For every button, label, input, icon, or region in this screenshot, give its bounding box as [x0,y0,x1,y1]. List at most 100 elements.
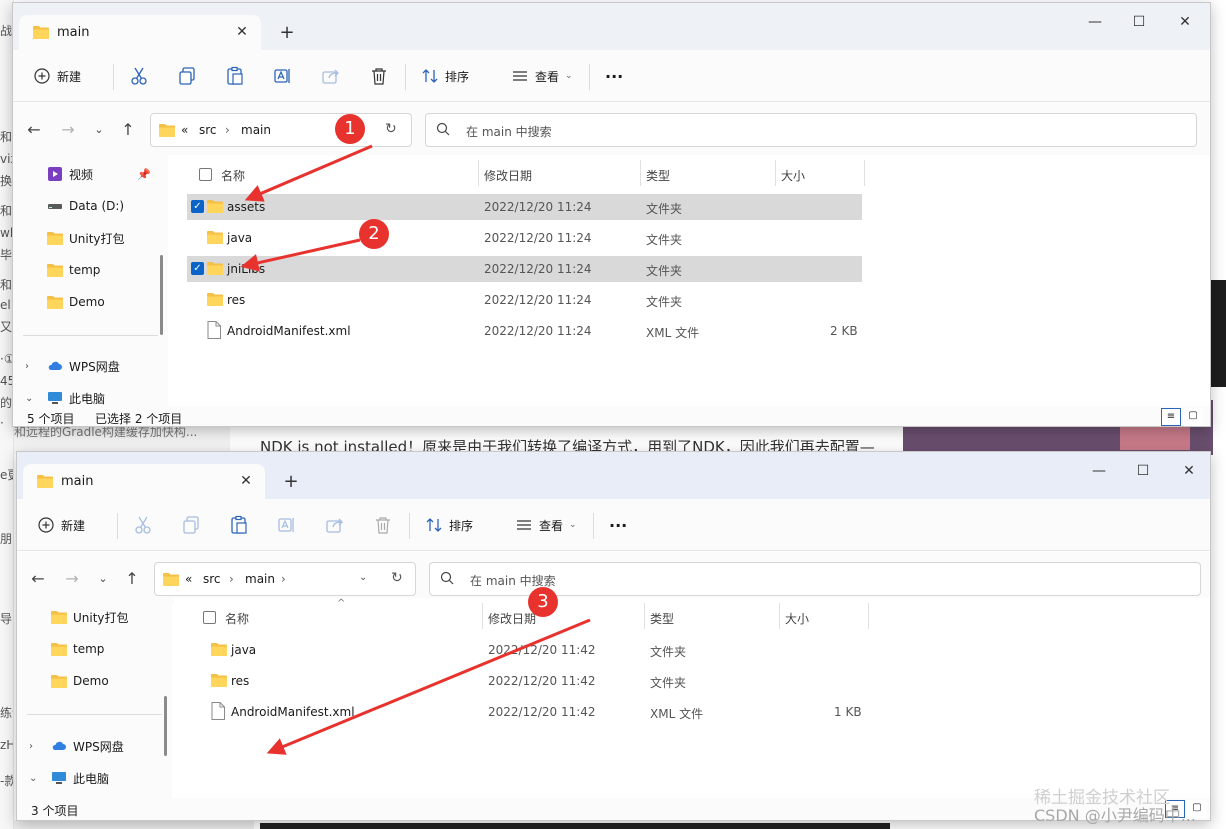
select-all-checkbox[interactable] [199,168,212,181]
file-name: assets [227,200,266,214]
details-view-icon[interactable]: ≡ [1161,408,1181,426]
delete-icon[interactable] [373,515,393,535]
refresh-icon[interactable]: ↻ [385,121,397,137]
sidebar-item-label: 此电脑 [73,771,110,786]
close-window-button[interactable]: ✕ [1166,452,1210,492]
cut-icon[interactable] [133,515,153,535]
rename-icon[interactable] [273,66,293,86]
breadcrumb-src[interactable]: src [203,572,221,586]
column-header-type[interactable]: 类型 [650,610,674,627]
maximize-button[interactable]: ☐ [1116,3,1162,43]
tiles-view-icon[interactable]: ▢ [1183,408,1203,426]
breadcrumb-main[interactable]: main [241,123,271,137]
copy-icon[interactable] [181,515,201,535]
explorer-window-2: main ✕ + — ☐ ✕ 新建 排序 查看 ⌄ ··· ← → ⌄ ↑ « … [16,451,1211,821]
select-all-checkbox[interactable] [203,611,216,624]
sort-button[interactable]: 排序 [421,62,469,90]
column-header-type[interactable]: 类型 [646,167,670,184]
close-tab-icon[interactable]: ✕ [235,470,257,492]
address-overflow[interactable]: « [181,123,188,137]
address-bar[interactable]: « src › main ↻ [150,113,412,147]
file-row-manifest[interactable]: AndroidManifest.xml 2022/12/20 11:42 XML… [191,699,866,725]
breadcrumb-src[interactable]: src [199,123,217,137]
column-header-name[interactable]: 名称 [225,610,249,627]
recent-locations-chevron-icon[interactable]: ⌄ [92,568,114,590]
expand-chevron-icon[interactable]: › [25,361,47,372]
new-tab-button[interactable]: + [279,470,303,494]
file-row-res[interactable]: res 2022/12/20 11:24 文件夹 [187,287,862,313]
new-tab-button[interactable]: + [275,21,299,45]
share-icon[interactable] [325,515,345,535]
checked-checkbox-icon[interactable]: ✓ [191,262,204,275]
column-header-date[interactable]: 修改日期 [488,610,536,627]
forward-arrow-icon[interactable]: → [61,568,83,590]
pin-icon[interactable]: 📌 [137,168,151,181]
sort-button[interactable]: 排序 [425,511,473,539]
sidebar-scrollbar[interactable] [164,696,167,756]
column-header-name[interactable]: 名称 [221,167,245,184]
sort-label: 排序 [445,69,470,84]
sidebar-item-wps[interactable]: › WPS网盘 [29,733,179,759]
file-row-manifest[interactable]: AndroidManifest.xml 2022/12/20 11:24 XML… [187,318,862,344]
view-button[interactable]: 查看 ⌄ [515,511,577,539]
column-header-size[interactable]: 大小 [781,167,805,184]
close-tab-icon[interactable]: ✕ [231,21,253,43]
maximize-button[interactable]: ☐ [1120,452,1166,492]
checked-checkbox-icon[interactable]: ✓ [191,200,204,213]
forward-arrow-icon[interactable]: → [57,119,79,141]
sidebar-item-label: temp [73,642,105,656]
view-list-icon [517,520,531,530]
search-icon [440,571,454,585]
copy-icon[interactable] [177,66,197,86]
sort-icon [422,69,438,83]
address-overflow[interactable]: « [185,572,192,586]
new-button[interactable]: 新建 [33,62,81,90]
address-dropdown-icon[interactable]: ⌄ [359,572,367,583]
folder-icon [211,642,227,656]
up-arrow-icon[interactable]: ↑ [121,568,143,590]
back-arrow-icon[interactable]: ← [23,119,45,141]
expand-chevron-icon[interactable]: › [29,741,51,752]
file-row-jnilibs[interactable]: ✓ jniLibs 2022/12/20 11:24 文件夹 [187,256,862,282]
recent-locations-chevron-icon[interactable]: ⌄ [88,119,110,141]
more-options-button[interactable]: ··· [605,62,623,90]
column-header-size[interactable]: 大小 [785,610,809,627]
file-row-assets[interactable]: ✓ assets 2022/12/20 11:24 文件夹 [187,194,862,220]
cut-icon[interactable] [129,66,149,86]
refresh-icon[interactable]: ↻ [391,570,403,586]
view-button[interactable]: 查看 ⌄ [511,62,573,90]
column-header-date[interactable]: 修改日期 [484,167,532,184]
sidebar-scrollbar[interactable] [160,255,163,335]
up-arrow-icon[interactable]: ↑ [117,119,139,141]
sidebar-item-wps[interactable]: › WPS网盘 [25,353,175,379]
share-icon[interactable] [321,66,341,86]
tab-title: main [57,25,90,40]
paste-icon[interactable] [225,66,245,86]
tab-main[interactable]: main ✕ [19,15,261,50]
file-row-res[interactable]: res 2022/12/20 11:42 文件夹 [191,668,866,694]
minimize-button[interactable]: — [1076,452,1122,492]
tab-main[interactable]: main ✕ [23,464,265,499]
sidebar-item-this-pc[interactable]: ⌄ 此电脑 [29,765,179,791]
delete-icon[interactable] [369,66,389,86]
close-window-button[interactable]: ✕ [1162,3,1208,43]
file-date: 2022/12/20 11:24 [484,231,592,245]
collapse-chevron-icon[interactable]: ⌄ [25,393,47,404]
new-button[interactable]: 新建 [37,511,85,539]
folder-icon [163,572,179,586]
rename-icon[interactable] [277,515,297,535]
navigation-pane: Unity打包 temp Demo › WPS网盘 ⌄ 此电脑 [17,604,172,800]
paste-icon[interactable] [229,515,249,535]
breadcrumb-main[interactable]: main [245,572,275,586]
item-count: 3 个项目 [31,804,79,818]
address-bar[interactable]: « src › main › ⌄ ↻ [154,562,416,596]
minimize-button[interactable]: — [1072,3,1118,43]
search-box[interactable]: 在 main 中搜索 [425,113,1197,147]
back-arrow-icon[interactable]: ← [27,568,49,590]
item-count: 5 个项目 [27,412,75,426]
collapse-chevron-icon[interactable]: ⌄ [29,773,51,784]
file-row-java[interactable]: java 2022/12/20 11:42 文件夹 [191,637,866,663]
file-row-java[interactable]: java 2022/12/20 11:24 文件夹 [187,225,862,251]
more-options-button[interactable]: ··· [609,511,627,539]
sidebar-item-label: Demo [73,674,109,688]
